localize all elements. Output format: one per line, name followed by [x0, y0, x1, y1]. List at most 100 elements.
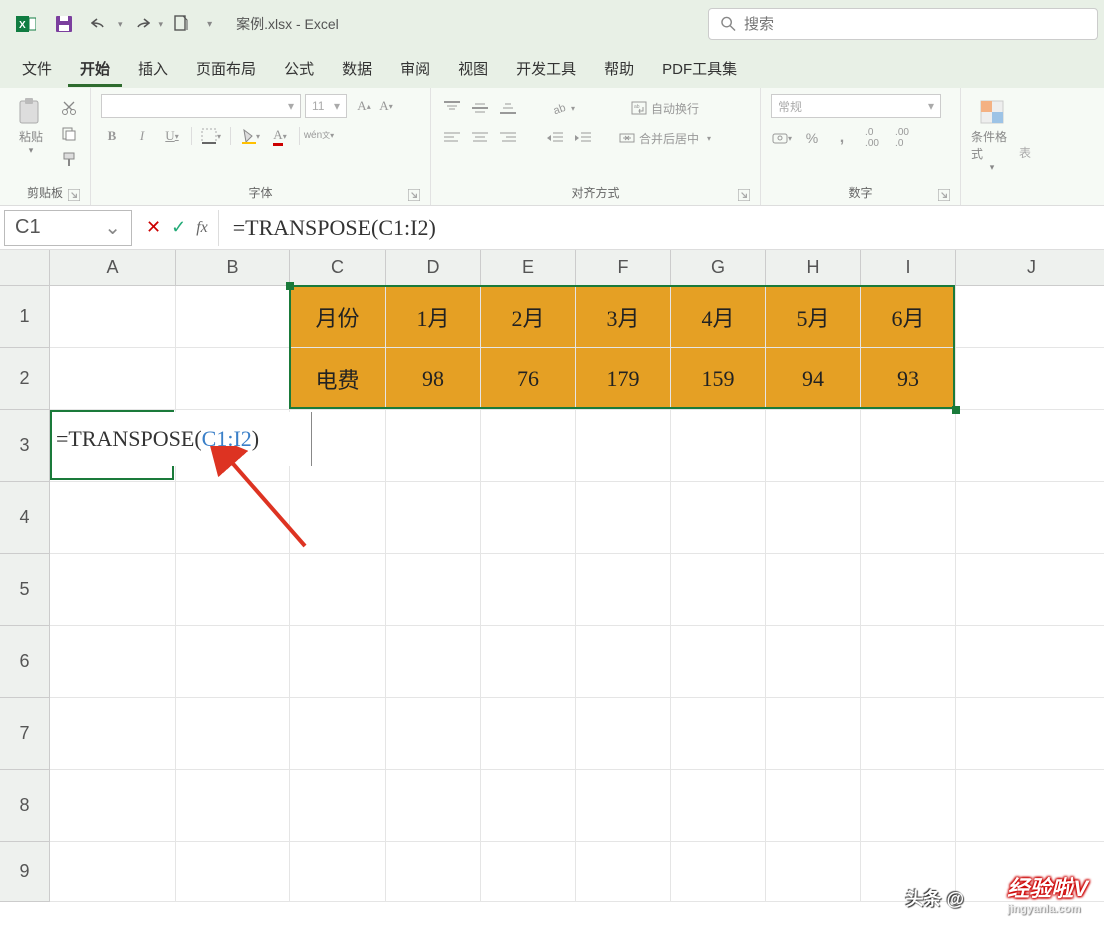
cell[interactable] [290, 770, 386, 842]
row-header[interactable]: 6 [0, 626, 50, 698]
cell[interactable] [481, 482, 576, 554]
column-header[interactable]: A [50, 250, 176, 286]
cell[interactable] [386, 698, 481, 770]
cell[interactable] [766, 842, 861, 902]
cell[interactable] [290, 626, 386, 698]
cell[interactable] [576, 626, 671, 698]
font-size-combo[interactable]: 11▾ [305, 94, 347, 118]
align-center-icon[interactable] [469, 128, 491, 148]
launcher-icon[interactable] [68, 189, 80, 201]
cell[interactable] [50, 770, 176, 842]
cell[interactable]: 94 [766, 348, 861, 410]
cell[interactable] [386, 482, 481, 554]
undo-dropdown-icon[interactable]: ▾ [118, 19, 123, 30]
merge-center-button[interactable]: 合并后居中▾ [619, 128, 711, 148]
wrap-text-button[interactable]: ab自动换行 [619, 98, 711, 118]
cell[interactable]: 月份 [290, 286, 386, 348]
cell[interactable] [956, 770, 1104, 842]
cell[interactable] [956, 348, 1104, 410]
phonetic-guide-icon[interactable]: wén文▾ [308, 126, 330, 146]
cell[interactable]: 98 [386, 348, 481, 410]
cell[interactable] [766, 770, 861, 842]
tab-insert[interactable]: 插入 [126, 50, 180, 87]
paste-button[interactable]: 粘贴 ▾ [10, 94, 52, 160]
print-preview-icon[interactable] [169, 12, 193, 36]
align-top-icon[interactable] [441, 98, 463, 118]
cell[interactable] [481, 626, 576, 698]
cell[interactable]: 159 [671, 348, 766, 410]
orientation-icon[interactable]: ab▾ [544, 98, 584, 118]
column-header[interactable]: F [576, 250, 671, 286]
cell[interactable] [766, 698, 861, 770]
cell[interactable]: 3月 [576, 286, 671, 348]
cell[interactable] [176, 482, 290, 554]
name-box[interactable]: C1 ⌄ [4, 210, 132, 246]
font-color-icon[interactable]: A▾ [269, 126, 291, 146]
column-header[interactable]: C [290, 250, 386, 286]
number-format-combo[interactable]: 常规▾ [771, 94, 941, 118]
cell[interactable] [766, 554, 861, 626]
cell[interactable] [861, 626, 956, 698]
cell[interactable] [50, 348, 176, 410]
cell[interactable]: 4月 [671, 286, 766, 348]
cell[interactable] [176, 698, 290, 770]
cut-icon[interactable] [58, 98, 80, 118]
formula-bar-input[interactable]: =TRANSPOSE(C1:I2) [219, 215, 1104, 241]
cell[interactable] [290, 482, 386, 554]
cell[interactable] [576, 554, 671, 626]
tab-data[interactable]: 数据 [330, 50, 384, 87]
cell[interactable] [956, 482, 1104, 554]
cell[interactable] [576, 410, 671, 482]
cell[interactable] [481, 698, 576, 770]
cell[interactable] [481, 842, 576, 902]
cell[interactable] [576, 482, 671, 554]
conditional-formatting-button[interactable]: 条件格式 ▾ [971, 94, 1013, 177]
cell[interactable] [956, 410, 1104, 482]
search-input[interactable] [744, 16, 1085, 33]
cell[interactable] [386, 626, 481, 698]
select-all-corner[interactable] [0, 250, 50, 286]
increase-decimal-icon[interactable]: .0.00 [861, 128, 883, 148]
increase-indent-icon[interactable] [572, 128, 594, 148]
cell[interactable] [176, 626, 290, 698]
enter-formula-icon[interactable]: ✓ [171, 217, 186, 238]
cell[interactable] [386, 410, 481, 482]
tab-pdf-toolkit[interactable]: PDF工具集 [650, 50, 749, 87]
align-bottom-icon[interactable] [497, 98, 519, 118]
cell[interactable] [50, 698, 176, 770]
tab-file[interactable]: 文件 [10, 50, 64, 87]
cell[interactable] [50, 626, 176, 698]
cell[interactable] [481, 410, 576, 482]
cell[interactable] [671, 554, 766, 626]
cell[interactable] [176, 770, 290, 842]
decrease-decimal-icon[interactable]: .00.0 [891, 128, 913, 148]
cell[interactable] [576, 770, 671, 842]
cell[interactable] [671, 410, 766, 482]
align-middle-icon[interactable] [469, 98, 491, 118]
shrink-font-icon[interactable]: A▾ [375, 96, 397, 116]
cell[interactable] [956, 554, 1104, 626]
cell[interactable] [176, 348, 290, 410]
cell[interactable] [50, 842, 176, 902]
cell[interactable]: 76 [481, 348, 576, 410]
column-header[interactable]: H [766, 250, 861, 286]
decrease-indent-icon[interactable] [544, 128, 566, 148]
font-name-combo[interactable]: ▾ [101, 94, 301, 118]
cell[interactable] [290, 842, 386, 902]
column-header[interactable]: B [176, 250, 290, 286]
row-header[interactable]: 2 [0, 348, 50, 410]
tab-help[interactable]: 帮助 [592, 50, 646, 87]
cell[interactable]: 179 [576, 348, 671, 410]
cell[interactable] [956, 698, 1104, 770]
cell[interactable]: 5月 [766, 286, 861, 348]
tab-formulas[interactable]: 公式 [272, 50, 326, 87]
row-header[interactable]: 8 [0, 770, 50, 842]
column-header[interactable]: E [481, 250, 576, 286]
cell[interactable]: 6月 [861, 286, 956, 348]
cell-edit-overlay[interactable]: =TRANSPOSE(C1:I2) [52, 412, 312, 466]
cell[interactable] [861, 698, 956, 770]
cell[interactable] [176, 286, 290, 348]
underline-button[interactable]: U▾ [161, 126, 183, 146]
align-left-icon[interactable] [441, 128, 463, 148]
cell[interactable] [766, 410, 861, 482]
